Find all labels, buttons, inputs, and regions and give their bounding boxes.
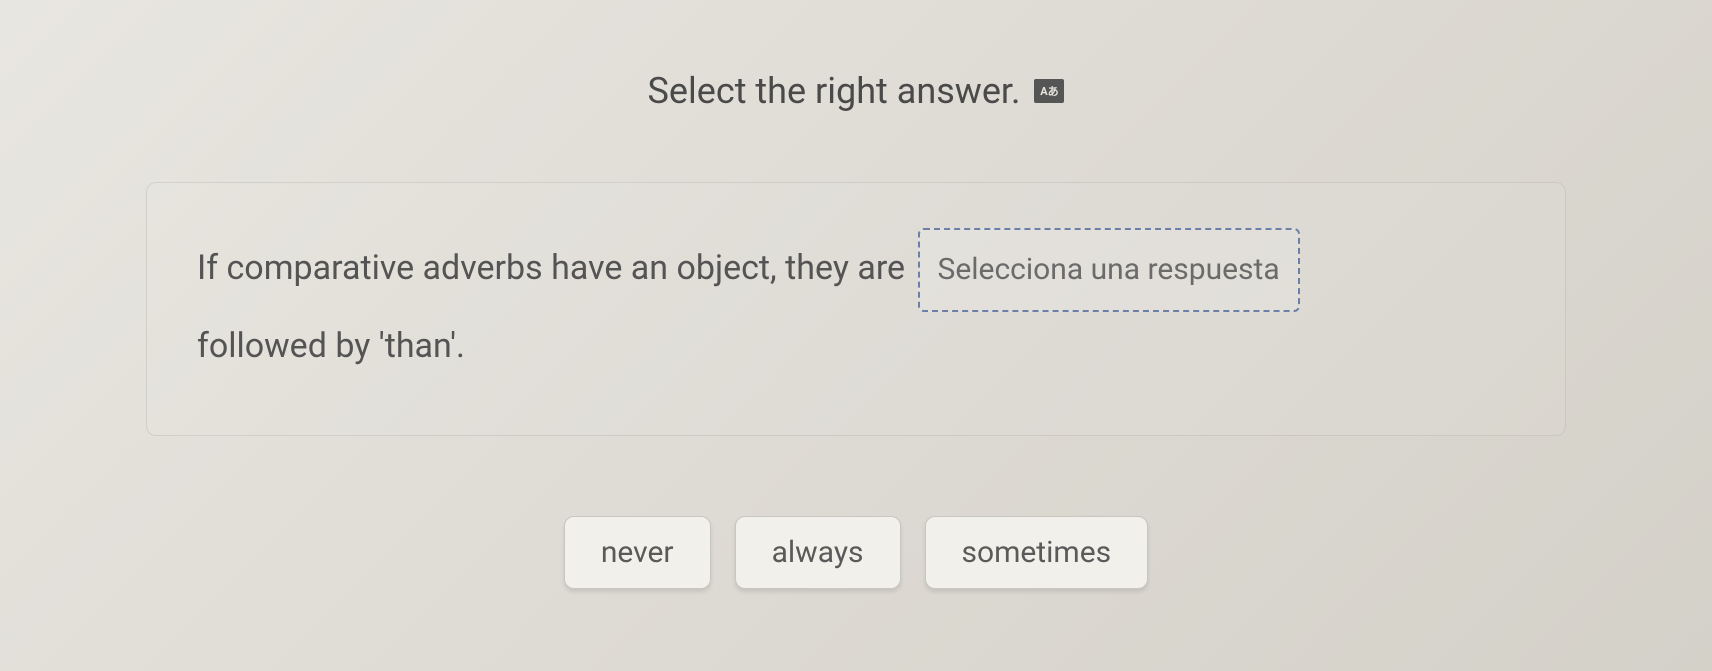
option-sometimes[interactable]: sometimes xyxy=(925,516,1149,589)
question-text: If comparative adverbs have an object, t… xyxy=(197,228,1515,380)
quiz-container: Select the right answer. Aあ If comparati… xyxy=(0,0,1712,671)
answer-dropzone[interactable]: Selecciona una respuesta xyxy=(918,228,1300,312)
options-row: never always sometimes xyxy=(564,516,1148,589)
translate-icon-label: Aあ xyxy=(1040,83,1058,99)
header: Select the right answer. Aあ xyxy=(648,70,1065,112)
translate-icon[interactable]: Aあ xyxy=(1034,79,1064,103)
question-part2: followed by 'than'. xyxy=(197,326,465,366)
header-title: Select the right answer. xyxy=(648,70,1021,112)
option-never[interactable]: never xyxy=(564,516,711,589)
option-always[interactable]: always xyxy=(735,516,901,589)
question-box: If comparative adverbs have an object, t… xyxy=(146,182,1566,436)
question-part1: If comparative adverbs have an object, t… xyxy=(197,248,905,288)
